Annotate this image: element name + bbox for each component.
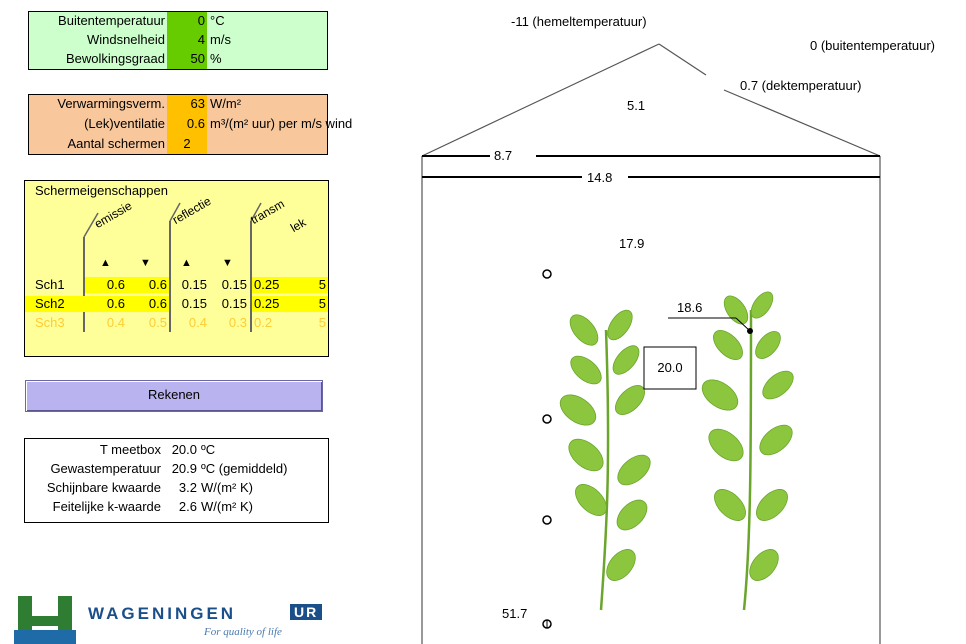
wageningen-logo: WAGENINGEN UR For quality of life (14, 590, 354, 644)
cloudiness-label: Bewolkingsgraad (65, 51, 165, 66)
weather-panel: Buitentemperatuur 0 °C Windsnelheid 4 m/… (28, 11, 328, 70)
plant-icon (559, 309, 651, 611)
screen-properties-panel: Schermeigenschappen emissie reflectie tr… (24, 180, 329, 357)
transmission-value[interactable]: 0.25 (252, 277, 288, 293)
screen1-temperature: 8.7 (494, 148, 513, 163)
emission-down-value[interactable]: 0.5 (127, 315, 169, 331)
screen-name: Sch3 (35, 315, 65, 330)
logo-wordmark: WAGENINGEN (88, 604, 237, 623)
actual-k-value: 2.6 (178, 499, 197, 514)
outside-temp-label: Buitentemperatuur (58, 13, 165, 28)
crop-temp-value: 20.9 (171, 461, 197, 476)
outside-temp-value[interactable]: 0 (167, 13, 207, 29)
reflection-down-value[interactable]: 0.3 (209, 315, 249, 331)
heating-capacity-unit: W/m² (210, 96, 242, 111)
emission-down-value[interactable]: 0.6 (127, 296, 169, 312)
reflection-up-value[interactable]: 0.15 (171, 296, 209, 312)
transmission-value[interactable]: 0.25 (252, 296, 288, 312)
meetbox-temperature: 20.0 (657, 360, 683, 375)
emission-up-value[interactable]: 0.4 (85, 315, 127, 331)
screen-name: Sch1 (35, 277, 65, 292)
logo-tagline: For quality of life (204, 626, 282, 638)
meetbox-temp-value: 20.0 (171, 442, 197, 457)
logo-mark-icon (14, 596, 76, 644)
results-panel: T meetbox 20.0 ºC Gewastemperatuur 20.9 … (24, 438, 329, 523)
screen-row-sch3: Sch3 0.4 0.5 0.4 0.3 0.2 5 (25, 315, 328, 331)
soil-temperature: 51.7 (502, 606, 528, 621)
arrow-down-icon: ▼ (222, 257, 233, 269)
emission-up-value[interactable]: 0.6 (85, 277, 127, 293)
heating-capacity-label: Verwarmingsverm. (57, 96, 165, 111)
apparent-k-value: 3.2 (178, 480, 197, 495)
ventilation-label: (Lek)ventilatie (84, 116, 165, 131)
leak-value[interactable]: 5 (288, 296, 328, 312)
reflection-up-value[interactable]: 0.15 (171, 277, 209, 293)
screen-row-sch2: Sch2 0.6 0.6 0.15 0.15 0.25 5 (25, 296, 328, 312)
apparent-k-label: Schijnbare kwaarde (46, 480, 161, 495)
wind-speed-unit: m/s (210, 32, 231, 47)
reflection-down-value[interactable]: 0.15 (209, 296, 249, 312)
wind-speed-label: Windsnelheid (86, 32, 165, 47)
arrow-up-icon: ▲ (100, 257, 111, 269)
heating-capacity-value[interactable]: 63 (167, 96, 207, 112)
air-temperature: 17.9 (619, 236, 645, 251)
reflection-down-value[interactable]: 0.15 (209, 277, 249, 293)
logo-badge: UR (290, 604, 323, 620)
arrow-down-icon: ▼ (140, 257, 151, 269)
ventilation-unit: m³/(m² uur) per m/s wind (210, 116, 353, 131)
roof-air-temperature: 5.1 (627, 98, 646, 113)
screen-count-value[interactable]: 2 (167, 136, 207, 152)
heating-panel: Verwarmingsverm. 63 W/m² (Lek)ventilatie… (28, 94, 352, 155)
emission-up-value[interactable]: 0.6 (85, 296, 127, 312)
apparent-k-unit: W/(m² K) (201, 480, 253, 495)
wind-speed-value[interactable]: 4 (167, 32, 207, 48)
screen-name: Sch2 (35, 296, 65, 311)
plant-icon (701, 291, 794, 611)
transmission-value[interactable]: 0.2 (252, 315, 288, 331)
cover-temperature: 0.7 (dektemperatuur) (740, 78, 862, 93)
leak-value[interactable]: 5 (288, 277, 328, 293)
sky-temperature: -11 (hemeltemperatuur) (511, 14, 647, 29)
crop-temp-label: Gewastemperatuur (50, 461, 161, 476)
reflection-up-value[interactable]: 0.4 (171, 315, 209, 331)
calculate-button[interactable]: Rekenen (25, 380, 323, 412)
greenhouse-diagram (421, 43, 881, 644)
leak-value[interactable]: 5 (288, 315, 328, 331)
screen2-temperature: 14.8 (587, 170, 613, 185)
screen-count-label: Aantal schermen (67, 136, 165, 151)
arrow-up-icon: ▲ (181, 257, 192, 269)
outside-temp-unit: °C (210, 13, 225, 28)
crop-temp-unit: ºC (gemiddeld) (201, 461, 288, 476)
actual-k-label: Feitelijke k-waarde (52, 499, 161, 514)
meetbox-temp-label: T meetbox (99, 442, 161, 457)
emission-down-value[interactable]: 0.6 (127, 277, 169, 293)
outside-temperature: 0 (buitentemperatuur) (810, 38, 936, 53)
actual-k-unit: W/(m² K) (201, 499, 253, 514)
ventilation-value[interactable]: 0.6 (167, 116, 207, 132)
screen-row-sch1: Sch1 0.6 0.6 0.15 0.15 0.25 5 (25, 277, 328, 293)
cloudiness-value[interactable]: 50 (167, 51, 207, 67)
leaf-temperature: 18.6 (677, 300, 703, 315)
cloudiness-unit: % (210, 51, 222, 66)
meetbox-temp-unit: ºC (201, 442, 216, 457)
